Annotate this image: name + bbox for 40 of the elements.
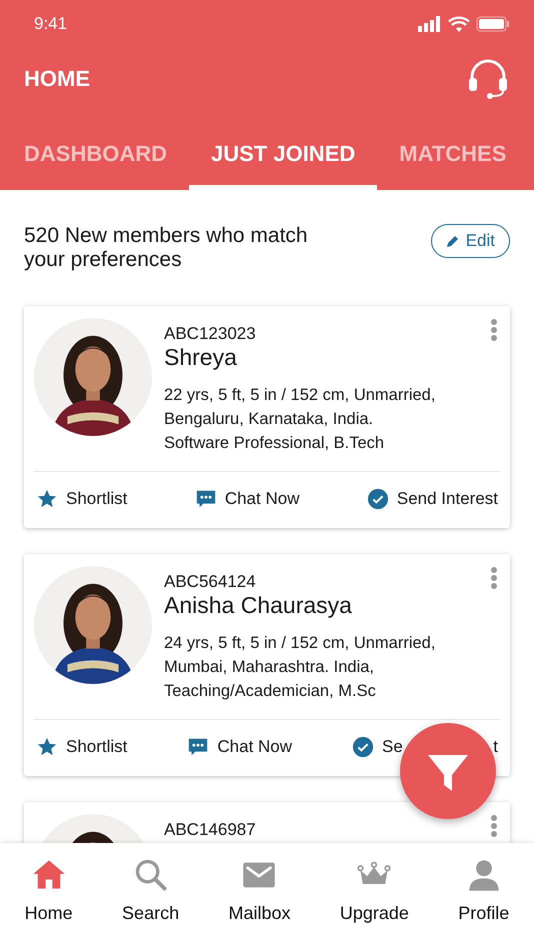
profile-card[interactable]: ABC123023 Shreya 22 yrs, 5 ft, 5 in / 152 cm, Unmarried, Bengaluru, Karnataka, India. Software Professional, B.Tech Shortlist Chat Now Send Interest bbox=[24, 306, 510, 528]
tab[interactable]: JUST JOINED bbox=[189, 141, 378, 190]
chat-icon bbox=[194, 488, 217, 510]
status-time: 9:41 bbox=[34, 14, 68, 34]
profile-id: ABC564124 bbox=[164, 572, 256, 592]
edit-button[interactable]: Edit bbox=[430, 224, 510, 258]
action-label: t bbox=[493, 737, 498, 757]
action-button[interactable]: Send Interest bbox=[366, 488, 498, 510]
pencil-icon bbox=[446, 234, 460, 248]
profile-name: Anisha Chaurasya bbox=[164, 592, 352, 619]
nav-item[interactable]: Search bbox=[122, 857, 180, 924]
profile-id: ABC146987 bbox=[164, 820, 256, 840]
wifi-icon bbox=[448, 16, 470, 32]
battery-icon bbox=[476, 16, 510, 32]
nav-item[interactable]: Upgrade bbox=[340, 857, 409, 924]
signal-icon bbox=[418, 16, 442, 32]
action-button[interactable]: Shortlist bbox=[36, 736, 128, 758]
filter-button[interactable] bbox=[400, 723, 496, 819]
check-icon bbox=[366, 488, 389, 510]
profile-name: Shreya bbox=[164, 344, 237, 371]
more-icon[interactable] bbox=[490, 566, 498, 590]
chat-icon bbox=[187, 736, 210, 758]
headset-icon[interactable] bbox=[466, 59, 510, 99]
profile-id: ABC123023 bbox=[164, 324, 256, 344]
profile-details: 22 yrs, 5 ft, 5 in / 152 cm, Unmarried, Bengaluru, Karnataka, India. Software Professional, B.Tech bbox=[164, 385, 436, 454]
more-icon[interactable] bbox=[490, 814, 498, 838]
action-button[interactable]: Se bbox=[382, 737, 403, 757]
action-button[interactable]: Chat Now bbox=[194, 488, 300, 510]
star-icon bbox=[36, 736, 58, 758]
check-icon bbox=[352, 736, 374, 758]
star-icon bbox=[36, 488, 58, 510]
intro-text: 520 New members who match your preferences bbox=[24, 224, 309, 272]
action-button[interactable]: Shortlist bbox=[36, 488, 128, 510]
action-button[interactable]: Chat Now bbox=[187, 736, 292, 758]
more-icon[interactable] bbox=[490, 318, 498, 342]
page-title: HOME bbox=[24, 66, 90, 92]
nav-item[interactable]: Profile bbox=[458, 857, 510, 924]
profile-details: 24 yrs, 5 ft, 5 in / 152 cm, Unmarried, Mumbai, Maharashtra. India, Teaching/Academician, M.Sc bbox=[164, 633, 436, 702]
nav-item[interactable]: Mailbox bbox=[228, 857, 290, 924]
nav-item[interactable]: Home bbox=[24, 857, 73, 924]
